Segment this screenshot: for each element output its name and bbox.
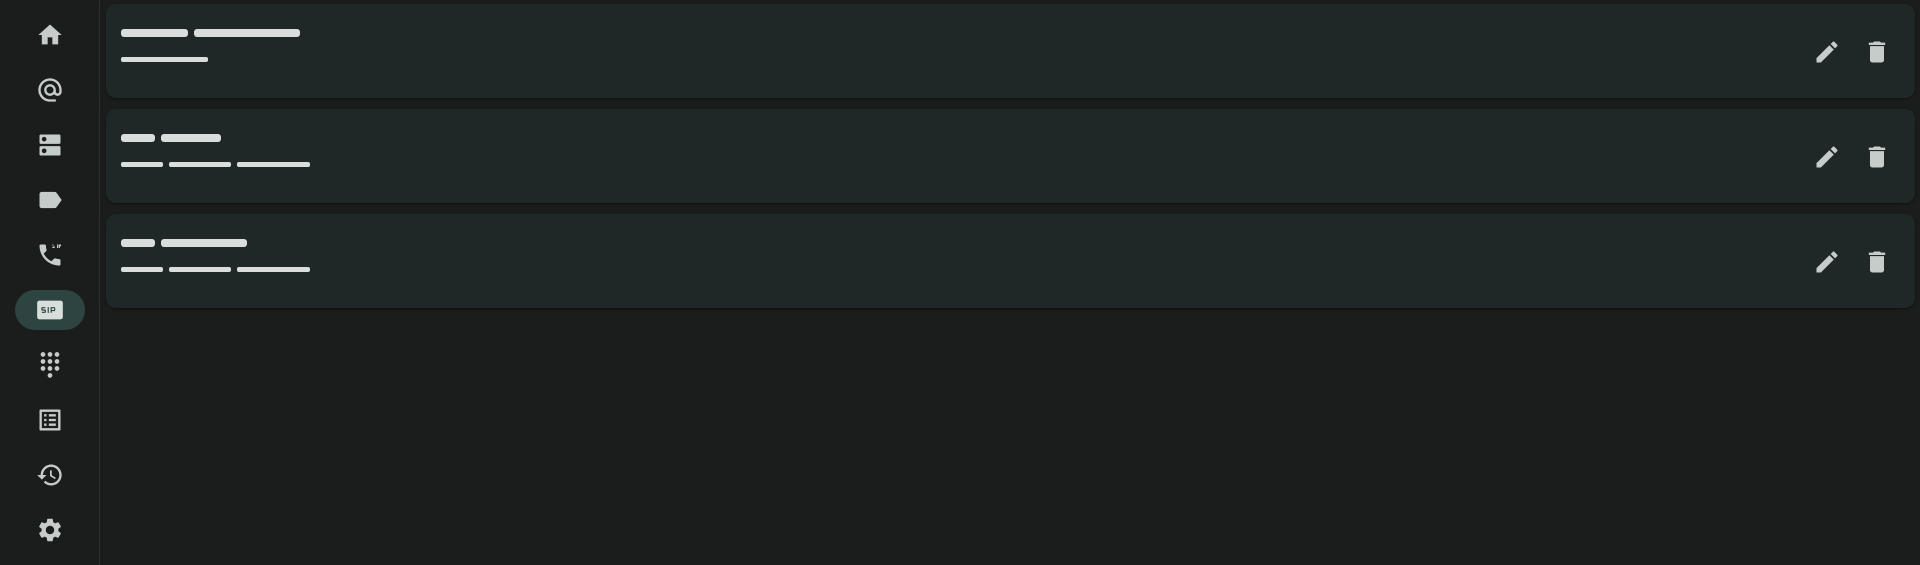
account-actions xyxy=(1811,36,1893,68)
sidebar-item-settings[interactable] xyxy=(15,510,85,550)
account-subtitle-redacted xyxy=(121,264,310,274)
history-icon xyxy=(37,464,62,486)
sip-badge-icon xyxy=(37,300,63,320)
account-card[interactable] xyxy=(106,214,1915,308)
pencil-icon xyxy=(1816,41,1838,63)
delete-button[interactable] xyxy=(1861,36,1893,68)
account-title-redacted xyxy=(121,26,300,40)
sidebar-item-labels[interactable] xyxy=(15,180,85,220)
settings-icon xyxy=(39,518,61,542)
delete-button[interactable] xyxy=(1861,246,1893,278)
account-text xyxy=(121,131,310,169)
app-root xyxy=(0,0,1920,565)
sidebar-item-sip-phone[interactable] xyxy=(15,235,85,275)
account-actions xyxy=(1811,246,1893,278)
account-subtitle-redacted xyxy=(121,54,300,64)
sidebar-item-home[interactable] xyxy=(15,15,85,55)
at-sign-icon xyxy=(38,78,62,102)
account-subtitle-redacted xyxy=(121,159,310,169)
sidebar-item-email[interactable] xyxy=(15,70,85,110)
sidebar-item-dialpad[interactable] xyxy=(15,345,85,385)
sidebar-item-sip-accounts[interactable] xyxy=(15,290,85,330)
account-text xyxy=(121,26,300,64)
sidebar-item-history[interactable] xyxy=(15,455,85,495)
trash-icon xyxy=(1868,41,1886,63)
edit-button[interactable] xyxy=(1811,246,1843,278)
account-title-redacted xyxy=(121,131,310,145)
sidebar-item-list[interactable] xyxy=(15,400,85,440)
trash-icon xyxy=(1868,251,1886,273)
edit-button[interactable] xyxy=(1811,36,1843,68)
label-icon xyxy=(39,191,62,209)
account-actions xyxy=(1811,141,1893,173)
account-list xyxy=(106,4,1915,319)
server-icon xyxy=(39,134,61,156)
dialpad-icon xyxy=(40,352,60,378)
sidebar xyxy=(0,0,100,565)
account-card[interactable] xyxy=(106,109,1915,203)
sip-phone-icon xyxy=(39,244,62,266)
account-title-redacted xyxy=(121,236,310,250)
sidebar-item-servers[interactable] xyxy=(15,125,85,165)
trash-icon xyxy=(1868,146,1886,168)
pencil-icon xyxy=(1816,251,1838,273)
home-icon xyxy=(38,24,62,45)
delete-button[interactable] xyxy=(1861,141,1893,173)
account-card[interactable] xyxy=(106,4,1915,98)
pencil-icon xyxy=(1816,146,1838,168)
edit-button[interactable] xyxy=(1811,141,1843,173)
list-icon xyxy=(39,409,61,431)
account-text xyxy=(121,236,310,274)
